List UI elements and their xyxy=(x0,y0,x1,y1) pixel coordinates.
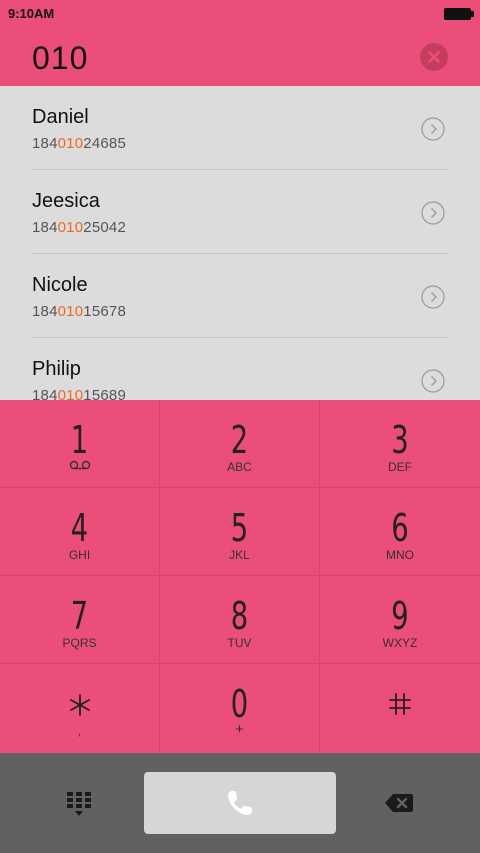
chevron-right-circle-icon[interactable] xyxy=(421,117,445,141)
key-9[interactable]: 9 WXYZ xyxy=(320,576,480,664)
voicemail-icon xyxy=(0,460,159,470)
contact-name: Daniel xyxy=(32,106,89,128)
key-3[interactable]: 3 DEF xyxy=(320,400,480,488)
list-item[interactable]: Daniel 18401024685 xyxy=(0,86,480,170)
key-digit: 6 xyxy=(391,506,409,550)
call-button[interactable] xyxy=(144,772,336,834)
status-time: 9:10AM xyxy=(8,6,55,21)
phone-prefix: 184 xyxy=(32,135,58,152)
key-letters: ABC xyxy=(227,460,252,474)
contact-phone: 18401025042 xyxy=(32,219,126,236)
key-letters: GHI xyxy=(68,548,91,562)
clear-number-button[interactable] xyxy=(420,43,448,71)
phone-suffix: 25042 xyxy=(83,219,126,236)
chevron-right-circle-icon[interactable] xyxy=(421,285,445,309)
key-hash[interactable] xyxy=(320,664,480,752)
contact-phone: 18401015678 xyxy=(32,303,126,320)
phone-icon xyxy=(228,791,252,815)
key-0[interactable]: 0 + xyxy=(160,664,320,752)
chevron-right-circle-icon[interactable] xyxy=(421,369,445,393)
contact-phone: 18401015689 xyxy=(32,387,126,400)
status-bar: 9:10AM xyxy=(0,0,480,28)
chevron-right-circle-icon[interactable] xyxy=(421,201,445,225)
key-digit: 4 xyxy=(70,506,89,550)
key-digit: 7 xyxy=(70,594,89,638)
key-digit: 8 xyxy=(230,594,249,638)
key-digit: 0 xyxy=(230,682,249,726)
list-item[interactable]: Philip 18401015689 xyxy=(0,338,480,400)
contact-name: Nicole xyxy=(32,274,88,296)
dialed-number: 010 xyxy=(32,40,89,76)
action-bar xyxy=(0,753,480,853)
key-letters: , xyxy=(77,724,82,738)
key-4[interactable]: 4 GHI xyxy=(0,488,160,576)
phone-prefix: 184 xyxy=(32,387,58,400)
key-7[interactable]: 7 PQRS xyxy=(0,576,160,664)
dial-header: 010 xyxy=(0,28,480,86)
dial-keypad: 1 2 ABC 3 DEF 4 GHI 5 JKL 6 MNO 7 PQRS 8… xyxy=(0,400,480,753)
list-item[interactable]: Jeesica 18401025042 xyxy=(0,170,480,254)
asterisk-icon xyxy=(0,692,159,718)
key-letters: WXYZ xyxy=(382,636,418,650)
key-letters: JKL xyxy=(229,548,250,562)
contact-suggestions-list: Daniel 18401024685 Jeesica 18401025042 N… xyxy=(0,86,480,400)
hash-icon xyxy=(320,692,480,716)
key-star[interactable]: , xyxy=(0,664,160,752)
list-item[interactable]: Nicole 18401015678 xyxy=(0,254,480,338)
phone-match-highlight: 010 xyxy=(57,303,84,320)
phone-match-highlight: 010 xyxy=(57,387,84,400)
key-letters: PQRS xyxy=(62,636,97,650)
phone-prefix: 184 xyxy=(32,219,58,236)
phone-prefix: 184 xyxy=(32,303,58,320)
key-letters: MNO xyxy=(386,548,414,562)
key-6[interactable]: 6 MNO xyxy=(320,488,480,576)
key-8[interactable]: 8 TUV xyxy=(160,576,320,664)
backspace-icon[interactable] xyxy=(384,792,414,814)
battery-icon xyxy=(444,8,474,20)
contact-name: Philip xyxy=(32,358,81,380)
phone-suffix: 24685 xyxy=(83,135,126,152)
key-digit: 9 xyxy=(391,594,409,638)
phone-match-highlight: 010 xyxy=(57,219,84,236)
close-circle-icon xyxy=(428,51,440,63)
key-letters: + xyxy=(235,721,244,738)
key-digit: 5 xyxy=(230,506,249,550)
contact-phone: 18401024685 xyxy=(32,135,126,152)
key-2[interactable]: 2 ABC xyxy=(160,400,320,488)
phone-suffix: 15689 xyxy=(83,387,126,400)
dialpad-icon[interactable] xyxy=(66,791,92,817)
key-letters: TUV xyxy=(227,636,252,650)
key-digit: 2 xyxy=(230,418,249,462)
key-digit: 3 xyxy=(391,418,409,462)
key-5[interactable]: 5 JKL xyxy=(160,488,320,576)
contact-name: Jeesica xyxy=(32,190,100,212)
phone-suffix: 15678 xyxy=(83,303,126,320)
key-letters: DEF xyxy=(388,460,412,474)
phone-match-highlight: 010 xyxy=(57,135,84,152)
key-digit: 1 xyxy=(70,418,89,462)
key-1[interactable]: 1 xyxy=(0,400,160,488)
